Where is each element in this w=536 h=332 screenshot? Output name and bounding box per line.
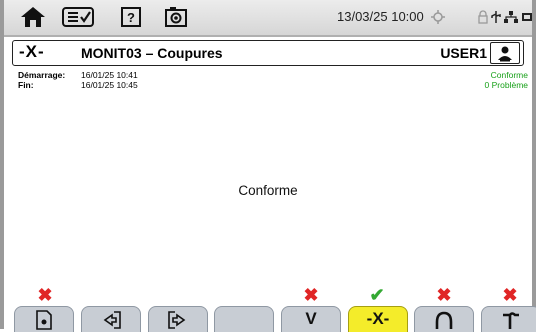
usb-icon [490,4,502,30]
tab-swells[interactable] [414,306,474,332]
swell-icon [435,311,453,329]
camera-icon[interactable] [164,4,188,30]
page-title: MONIT03 – Coupures [81,45,223,61]
gps-icon [430,4,446,30]
tab-interruptions[interactable]: -X- [348,306,408,332]
swells-fail-mark: ✖ [436,285,452,305]
transients-fail-mark: ✖ [502,285,518,305]
interruptions-tab-label: -X- [366,309,390,328]
title-bar: -X- MONIT03 – Coupures USER1 [12,40,524,66]
start-value: 16/01/25 10:41 [81,70,138,80]
user-button[interactable] [490,42,520,64]
status-text: Conforme [490,70,528,80]
interruptions-ok-mark: ✔ [369,285,385,305]
tab-dips[interactable]: V [281,306,341,332]
tab-transients[interactable] [481,306,536,332]
interruptions-logo: -X- [19,42,45,61]
report-fail-mark: ✖ [37,285,53,305]
import-icon [103,311,121,329]
tab-import[interactable] [81,306,141,332]
end-label: Fin: [18,80,34,90]
dips-fail-mark: ✖ [303,285,319,305]
start-label: Démarrage: [18,70,66,80]
tab-bar: V -X- [14,306,536,332]
user-label: USER1 [440,45,487,61]
problems-count: 0 Problème [484,80,528,90]
checklist-icon[interactable] [62,4,94,30]
main-message: Conforme [238,183,298,198]
tab-report[interactable] [14,306,74,332]
home-icon[interactable] [18,4,48,30]
lock-icon [478,4,488,30]
transient-icon [503,312,519,329]
tab-export[interactable] [148,306,208,332]
datetime: 13/03/25 10:00 [337,9,424,24]
svg-text:?: ? [127,10,135,25]
network-icon [504,4,518,30]
tab-empty[interactable] [214,306,274,332]
status-bar: ? 13/03/25 10:00 [4,0,532,37]
export-icon [168,311,186,329]
dips-tab-label: V [305,309,317,328]
end-value: 16/01/25 10:45 [81,80,138,90]
battery-icon [522,4,532,30]
user-icon [498,46,512,62]
help-icon[interactable]: ? [120,4,142,30]
report-icon [36,310,52,330]
